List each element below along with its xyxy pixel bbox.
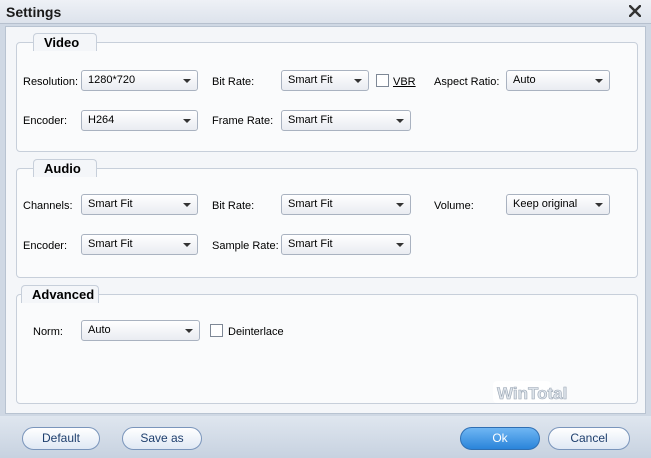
vbr-label[interactable]: VBR xyxy=(393,75,416,89)
volume-value: Keep original xyxy=(513,198,578,210)
video-bitrate-select[interactable]: Smart Fit xyxy=(281,70,369,91)
frame-rate-value: Smart Fit xyxy=(288,114,333,126)
watermark-logo: WinTotal xyxy=(493,379,593,412)
close-icon xyxy=(629,5,641,17)
aspect-ratio-value: Auto xyxy=(513,74,536,86)
title-bar: Settings xyxy=(0,0,651,24)
dialog-footer: Default Save as Ok Cancel xyxy=(0,416,651,458)
audio-encoder-value: Smart Fit xyxy=(88,238,133,250)
audio-encoder-select[interactable]: Smart Fit xyxy=(81,234,198,255)
norm-label: Norm: xyxy=(33,326,63,338)
chevron-down-icon xyxy=(396,243,404,247)
cancel-button[interactable]: Cancel xyxy=(548,427,630,450)
video-bitrate-label: Bit Rate: xyxy=(212,76,255,88)
chevron-down-icon xyxy=(183,79,191,83)
deinterlace-label[interactable]: Deinterlace xyxy=(228,325,284,339)
vbr-checkbox[interactable] xyxy=(376,74,389,87)
dialog-body: Video Resolution: 1280*720 Bit Rate: Sma… xyxy=(5,26,646,414)
channels-label: Channels: xyxy=(23,200,73,212)
audio-encoder-label: Encoder: xyxy=(23,240,68,252)
aspect-ratio-label: Aspect Ratio: xyxy=(434,76,500,88)
advanced-legend: Advanced xyxy=(21,285,99,303)
video-encoder-label: Encoder: xyxy=(23,115,68,127)
frame-rate-label: Frame Rate: xyxy=(212,115,274,127)
save-as-button[interactable]: Save as xyxy=(122,427,202,450)
aspect-ratio-select[interactable]: Auto xyxy=(506,70,610,91)
chevron-down-icon xyxy=(595,203,603,207)
ok-button[interactable]: Ok xyxy=(460,427,540,450)
norm-select[interactable]: Auto xyxy=(81,320,200,341)
chevron-down-icon xyxy=(183,119,191,123)
video-group: Video Resolution: 1280*720 Bit Rate: Sma… xyxy=(16,33,638,152)
chevron-down-icon xyxy=(354,79,362,83)
close-button[interactable] xyxy=(627,3,643,19)
video-encoder-value: H264 xyxy=(88,114,115,126)
channels-value: Smart Fit xyxy=(88,198,133,210)
video-legend: Video xyxy=(33,33,97,51)
watermark-text: WinTotal xyxy=(497,384,567,403)
chevron-down-icon xyxy=(396,119,404,123)
chevron-down-icon xyxy=(183,243,191,247)
video-bitrate-value: Smart Fit xyxy=(288,74,333,86)
window-title: Settings xyxy=(6,4,62,20)
audio-bitrate-select[interactable]: Smart Fit xyxy=(281,194,411,215)
video-encoder-select[interactable]: H264 xyxy=(81,110,198,131)
volume-label: Volume: xyxy=(434,200,474,212)
volume-select[interactable]: Keep original xyxy=(506,194,610,215)
chevron-down-icon xyxy=(595,79,603,83)
default-button[interactable]: Default xyxy=(22,427,100,450)
audio-group: Audio Channels: Smart Fit Bit Rate: Smar… xyxy=(16,159,638,278)
norm-value: Auto xyxy=(88,324,111,336)
sample-rate-label: Sample Rate: xyxy=(212,240,279,252)
resolution-select[interactable]: 1280*720 xyxy=(81,70,198,91)
audio-legend: Audio xyxy=(33,159,97,177)
channels-select[interactable]: Smart Fit xyxy=(81,194,198,215)
chevron-down-icon xyxy=(396,203,404,207)
chevron-down-icon xyxy=(183,203,191,207)
sample-rate-value: Smart Fit xyxy=(288,238,333,250)
resolution-value: 1280*720 xyxy=(88,74,136,86)
chevron-down-icon xyxy=(185,329,193,333)
frame-rate-select[interactable]: Smart Fit xyxy=(281,110,411,131)
audio-bitrate-value: Smart Fit xyxy=(288,198,333,210)
resolution-label: Resolution: xyxy=(23,76,79,88)
audio-bitrate-label: Bit Rate: xyxy=(212,200,255,212)
deinterlace-checkbox[interactable] xyxy=(210,324,223,337)
sample-rate-select[interactable]: Smart Fit xyxy=(281,234,411,255)
